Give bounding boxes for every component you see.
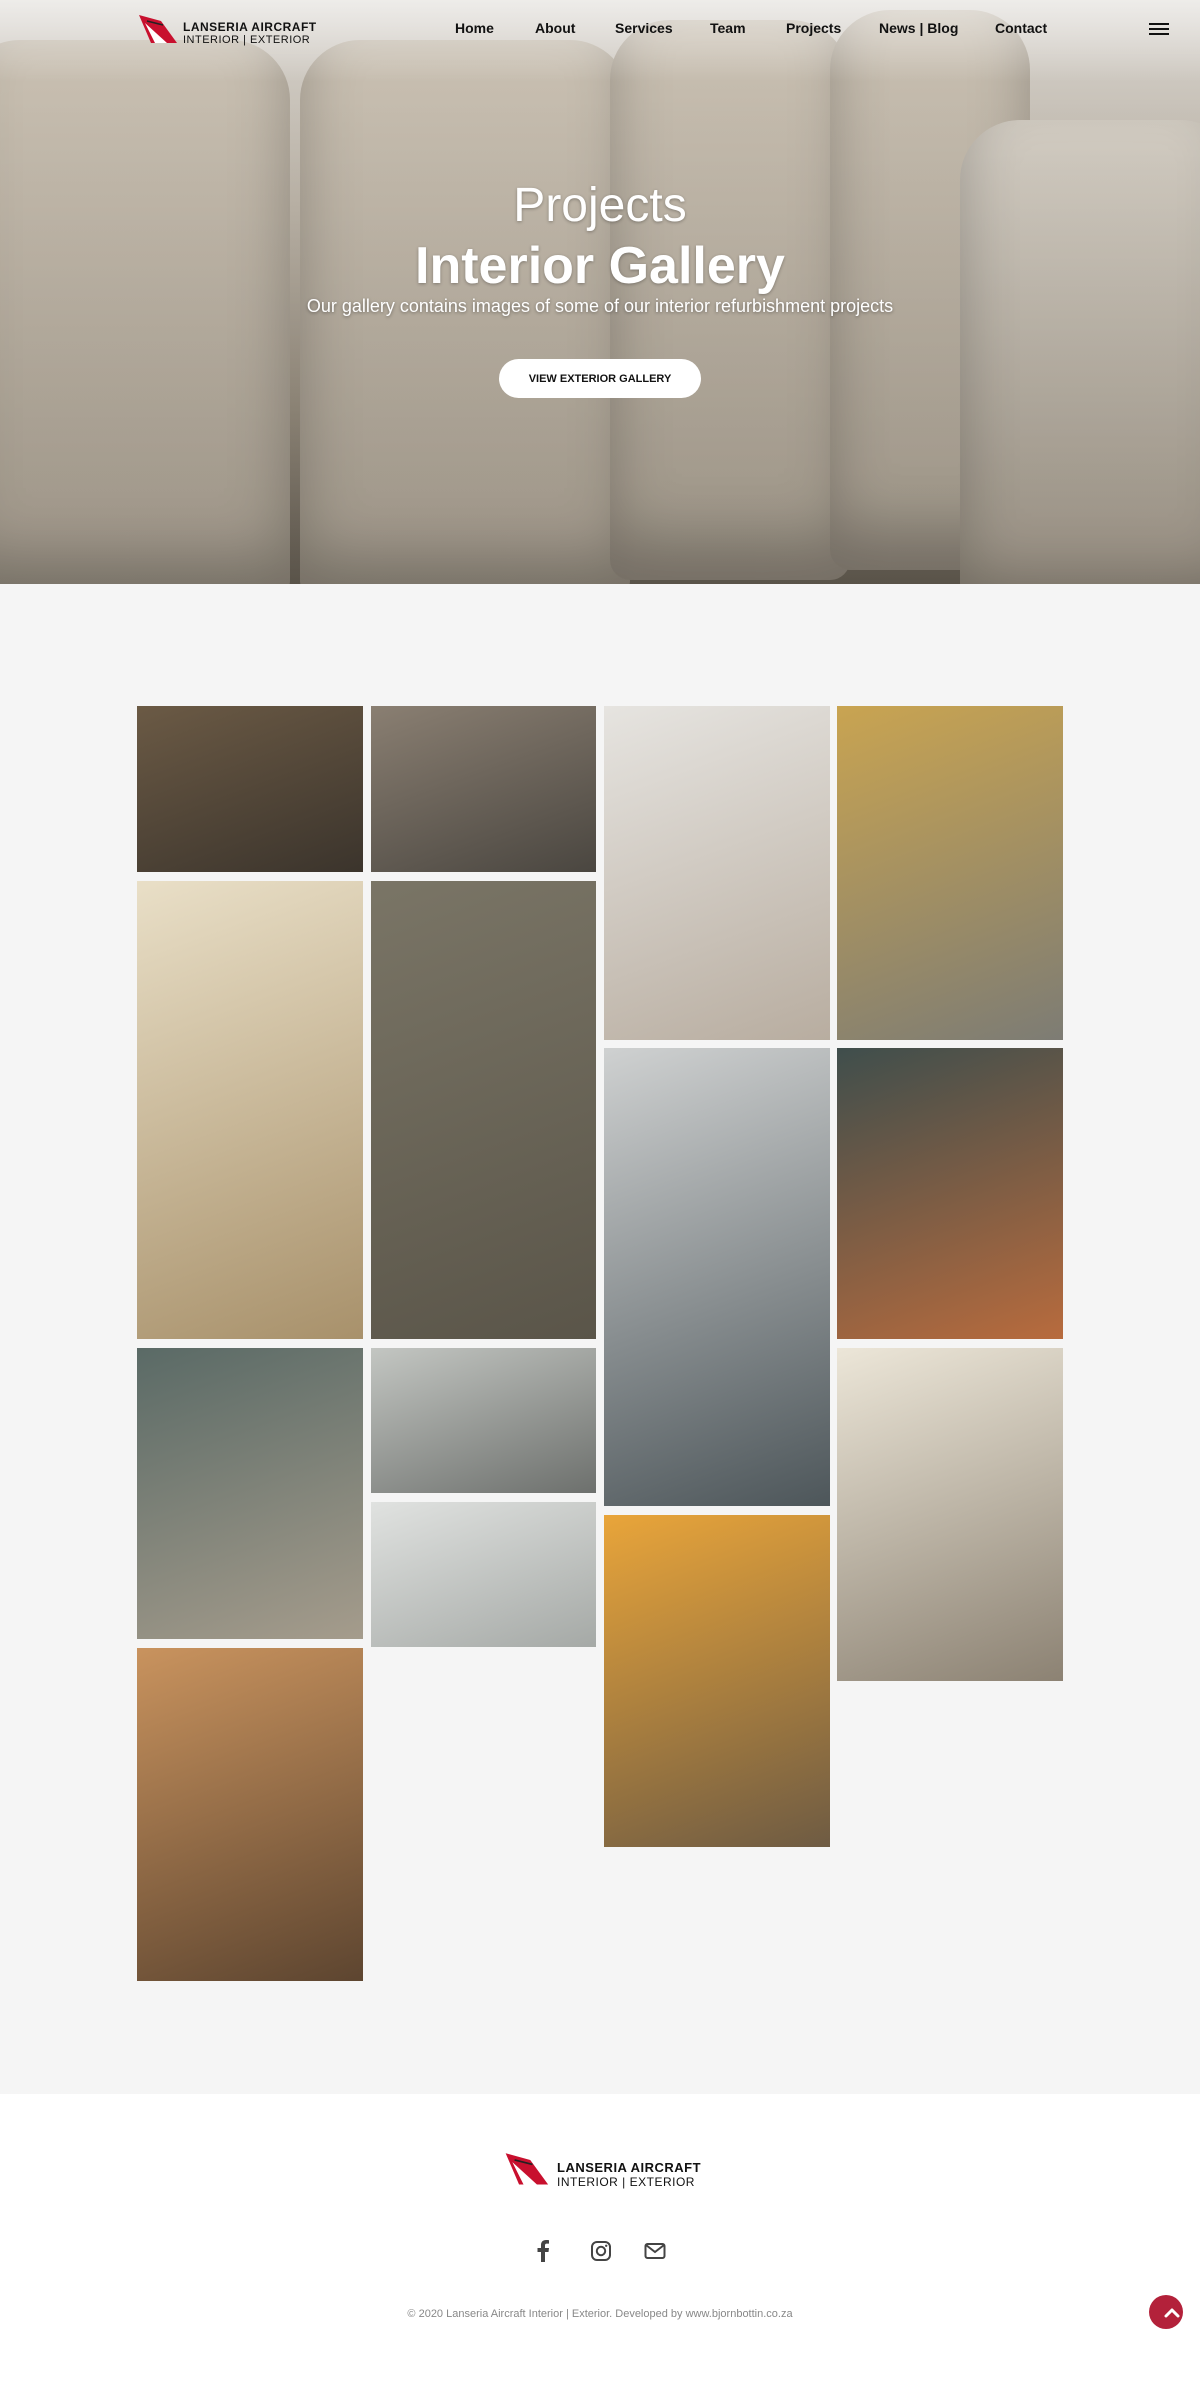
brand-name: LANSERIA AIRCRAFT [557,2160,702,2175]
instagram-icon[interactable] [590,2240,612,2267]
facebook-icon[interactable] [535,2240,551,2267]
hamburger-icon[interactable] [1149,23,1169,37]
hero-banner: LANSERIA AIRCRAFT INTERIOR | EXTERIOR Ho… [0,0,1200,584]
hero-title: Interior Gallery [415,237,785,295]
copyright-text: © 2020 Lanseria Aircraft Interior | Exte… [407,2308,793,2320]
nav-team[interactable]: Team [710,20,746,36]
brand-logo[interactable]: LANSERIA AIRCRAFT INTERIOR | EXTERIOR [137,13,316,47]
gallery-image-cream-seat-cabin[interactable] [837,1348,1063,1681]
top-navigation: LANSERIA AIRCRAFT INTERIOR | EXTERIOR Ho… [0,0,1200,60]
view-exterior-gallery-button[interactable]: VIEW EXTERIOR GALLERY [499,359,701,398]
gallery-image-stripped-cabin[interactable] [371,706,596,872]
nav-services[interactable]: Services [615,20,673,36]
logo-wing-icon [505,2153,549,2185]
site-footer: LANSERIA AIRCRAFT INTERIOR | EXTERIOR © … [0,2094,1200,2388]
nav-home[interactable]: Home [455,20,494,36]
gallery-image-worn-seat[interactable] [137,1348,363,1639]
logo-wing-icon [139,15,177,43]
nav-contact[interactable]: Contact [995,20,1047,36]
footer-logo[interactable]: LANSERIA AIRCRAFT INTERIOR | EXTERIOR [503,2151,703,2191]
nav-projects[interactable]: Projects [786,20,841,36]
gallery-image-beige-seat-cabin[interactable] [137,881,363,1339]
brand-tagline: INTERIOR | EXTERIOR [557,2175,695,2189]
gallery-image-orange-foam-seats[interactable] [604,1515,830,1847]
back-to-top-button[interactable] [1149,2295,1183,2329]
gallery-image-seat-frame-hangar[interactable] [837,1048,1063,1339]
chevron-up-icon [1164,2308,1180,2318]
hero-subtitle: Projects [513,179,687,232]
gallery-image-grey-seat-floor[interactable] [604,1048,830,1506]
email-icon[interactable] [644,2240,666,2267]
gallery-image-cockpit-panel[interactable] [137,706,363,872]
nav-news-blog[interactable]: News | Blog [879,20,958,36]
gallery-image-leather-seat-pair[interactable] [371,1502,596,1647]
nav-about[interactable]: About [535,20,575,36]
gallery-image-fuselage-structure[interactable] [837,706,1063,1040]
brand-tagline: INTERIOR | EXTERIOR [183,34,311,46]
hero-description: Our gallery contains images of some of o… [306,296,894,316]
gallery-image-cockpit-rebuild[interactable] [371,881,596,1339]
brand-name: LANSERIA AIRCRAFT [183,20,317,34]
gallery-image-tan-leather-seat[interactable] [137,1648,363,1981]
gallery-image-cabin-ceiling[interactable] [604,706,830,1040]
gallery-image-cockpit-seats[interactable] [371,1348,596,1493]
